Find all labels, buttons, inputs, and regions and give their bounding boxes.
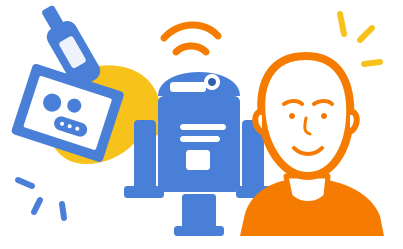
illustration-svg xyxy=(11,5,384,236)
motion-lines-icon xyxy=(15,177,67,221)
signal-waves-icon xyxy=(160,21,222,56)
sparkle-lines-icon xyxy=(337,11,383,67)
illustration-canvas xyxy=(0,0,403,249)
